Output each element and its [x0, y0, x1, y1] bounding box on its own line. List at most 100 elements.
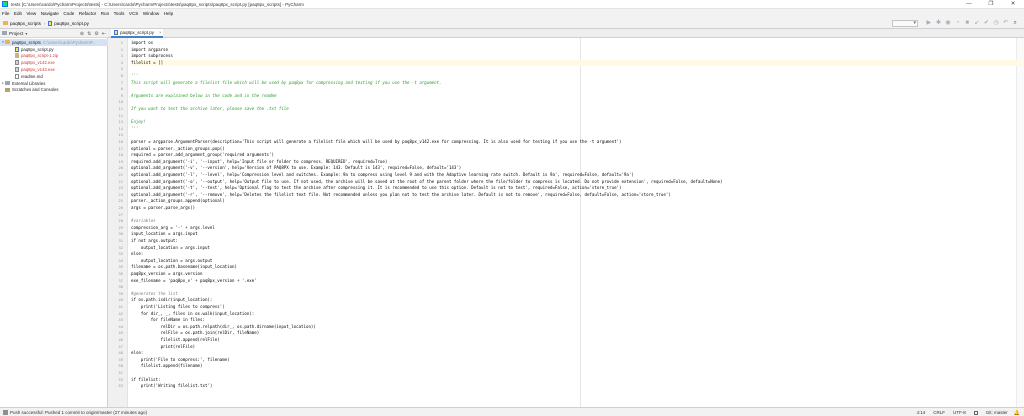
code-line[interactable]: parser._action_groups.append(optional)	[131, 198, 1021, 204]
run-icon[interactable]: ▶	[925, 20, 932, 27]
code-line[interactable]: #generates the list	[131, 291, 1021, 297]
menu-window[interactable]: Window	[143, 11, 159, 16]
close-button[interactable]: ✕	[1002, 0, 1024, 9]
tree-item[interactable]: Scratches and Consoles	[0, 87, 108, 94]
code-line[interactable]: print('Writing filelist.txt')	[131, 383, 1021, 389]
tree-item[interactable]: ▾ paq8px_scripts C:\Users\cardo\PycharmP..…	[0, 39, 108, 46]
lock-icon[interactable]	[973, 410, 978, 415]
menu-help[interactable]: Help	[164, 11, 173, 16]
code-line[interactable]	[131, 86, 1021, 92]
notification-bell-icon[interactable]: 🔔	[1014, 410, 1020, 416]
tree-item[interactable]: paq8px_script.py	[0, 46, 108, 53]
menu-code[interactable]: Code	[63, 11, 74, 16]
git-branch[interactable]: Git: master	[986, 410, 1008, 415]
tree-item[interactable]: paq8px_v142.exe	[0, 59, 108, 66]
code-line[interactable]: Arguments are explained below in the cod…	[131, 93, 1021, 99]
caret-position[interactable]: 4:14	[916, 410, 925, 415]
code-line[interactable]: import argparse	[131, 47, 1021, 53]
tree-item[interactable]: ▸ External Libraries	[0, 80, 108, 87]
code-line[interactable]	[131, 132, 1021, 138]
code-line[interactable]: print('File to compress:', filename)	[131, 357, 1021, 363]
collapse-icon[interactable]: ⇅	[87, 31, 91, 37]
code-line[interactable]: filename = os.path.basename(input_locati…	[131, 264, 1021, 270]
code-line[interactable]: parser = argparse.ArgumentParser(descrip…	[131, 139, 1021, 145]
tab-paq8px-script[interactable]: paq8px_script.py ×	[111, 29, 163, 38]
coverage-icon[interactable]: ◉	[945, 20, 952, 27]
run-configuration-select[interactable]	[892, 20, 919, 27]
line-separator[interactable]: CRLF	[933, 410, 945, 415]
tree-item[interactable]: readme.md	[0, 73, 108, 80]
menu-file[interactable]: File	[2, 11, 9, 16]
menu-navigate[interactable]: Navigate	[41, 11, 59, 16]
vcs-update-icon[interactable]: ↙	[973, 20, 980, 27]
code-line[interactable]: filelist.append(filename)	[131, 363, 1021, 369]
code-line[interactable]: output_location = args.input	[131, 245, 1021, 251]
code-line[interactable]	[131, 370, 1021, 376]
code-line[interactable]: optional.add_argument('-l', '--level', h…	[131, 172, 1021, 178]
code-line[interactable]: optional.add_argument('-t', '--test', he…	[131, 185, 1021, 191]
tab-close-icon[interactable]: ×	[159, 30, 162, 35]
maximize-button[interactable]: ❐	[980, 0, 1002, 9]
code-line[interactable]	[131, 284, 1021, 290]
revert-icon[interactable]: ↶	[1002, 20, 1009, 27]
debug-icon[interactable]: ✱	[935, 20, 942, 27]
code-line[interactable]: if os.path.isdir(input_location):	[131, 297, 1021, 303]
code-line[interactable]: for fileName in files:	[131, 317, 1021, 323]
gear-icon[interactable]: ⚙	[94, 31, 98, 37]
menu-edit[interactable]: Edit	[14, 11, 22, 16]
code-line[interactable]: paq8px_version = args.version	[131, 271, 1021, 277]
code-line[interactable]: relFile = os.path.join(relDir, fileName)	[131, 330, 1021, 336]
code-line[interactable]: filelist = []	[131, 59, 1021, 66]
stop-icon[interactable]: ■	[964, 20, 971, 27]
code-line[interactable]: optional.add_argument('-o', '--output', …	[131, 179, 1021, 185]
code-line[interactable]: import os	[131, 40, 1021, 46]
menu-vcs[interactable]: VCS	[129, 11, 138, 16]
code-line[interactable]: optional = parser._action_groups.pop()	[131, 146, 1021, 152]
profile-icon[interactable]: ◔	[954, 20, 961, 27]
code-editor[interactable]: 1 2 3 4 5 6 7 8 9 10 11 12 13 14 15 16 17 18 19 20 21 22 23 24 2…	[108, 38, 1024, 407]
code-line[interactable]: required.add_argument('-i', '--input', h…	[131, 159, 1021, 165]
code-line[interactable]	[131, 66, 1021, 72]
code-line[interactable]	[131, 212, 1021, 218]
breadcrumb-folder[interactable]: paq8px_scripts	[3, 21, 41, 26]
file-encoding[interactable]: UTF-8	[953, 410, 966, 415]
history-icon[interactable]: ◷	[993, 20, 1000, 27]
search-icon[interactable]: ⌕	[1012, 20, 1019, 27]
menu-tools[interactable]: Tools	[114, 11, 125, 16]
code-line[interactable]: if not args.output:	[131, 238, 1021, 244]
menu-refactor[interactable]: Refactor	[79, 11, 96, 16]
tree-item[interactable]: paq8px_v143.exe	[0, 66, 108, 73]
code-line[interactable]: optional.add_argument('-r', '--remove', …	[131, 192, 1021, 198]
tree-item[interactable]: paq8px_script-1.zip	[0, 53, 108, 60]
code-line[interactable]: print('Listing files to compress')	[131, 304, 1021, 310]
code-line[interactable]: input_location = args.input	[131, 231, 1021, 237]
chevron-down-icon[interactable]: ▾	[25, 31, 27, 36]
code-line[interactable]: '''	[131, 73, 1021, 79]
code-line[interactable]: If you want to test the archive later, p…	[131, 106, 1021, 112]
minimize-button[interactable]: —	[958, 0, 980, 9]
code-line[interactable]: filelist.append(relFile)	[131, 337, 1021, 343]
code-line[interactable]: if filelist:	[131, 377, 1021, 383]
code-line[interactable]: args = parser.parse_args()	[131, 205, 1021, 211]
code-line[interactable]: import subprocess	[131, 53, 1021, 59]
code-line[interactable]: else:	[131, 350, 1021, 356]
code-line[interactable]: output_location = args.output	[131, 258, 1021, 264]
code-line[interactable]: #variables	[131, 218, 1021, 224]
code-line[interactable]: '''	[131, 126, 1021, 132]
menu-view[interactable]: View	[26, 11, 36, 16]
code-line[interactable]: print(relFile)	[131, 344, 1021, 350]
project-panel-title[interactable]: Project	[9, 31, 23, 36]
hide-icon[interactable]: ⇤	[102, 31, 106, 37]
status-message[interactable]: Push successful: Pushed 1 commit to orig…	[10, 410, 147, 415]
breadcrumb-file[interactable]: paq8px_script.py	[48, 20, 89, 26]
menu-run[interactable]: Run	[101, 11, 109, 16]
code-line[interactable]	[131, 113, 1021, 119]
code-line[interactable]: else:	[131, 251, 1021, 257]
code-line[interactable]: relDir = os.path.relpath(dir_, os.path.d…	[131, 324, 1021, 330]
code-line[interactable]: for dir_, _, files in os.walk(input_loca…	[131, 311, 1021, 317]
locate-icon[interactable]: ⊕	[80, 31, 84, 37]
code-line[interactable]: required = parser.add_argument_group('re…	[131, 152, 1021, 158]
tool-window-toggle-icon[interactable]	[3, 409, 8, 415]
code-line[interactable]	[131, 99, 1021, 105]
code-line[interactable]: This script will generate a filelist fil…	[131, 80, 1021, 86]
